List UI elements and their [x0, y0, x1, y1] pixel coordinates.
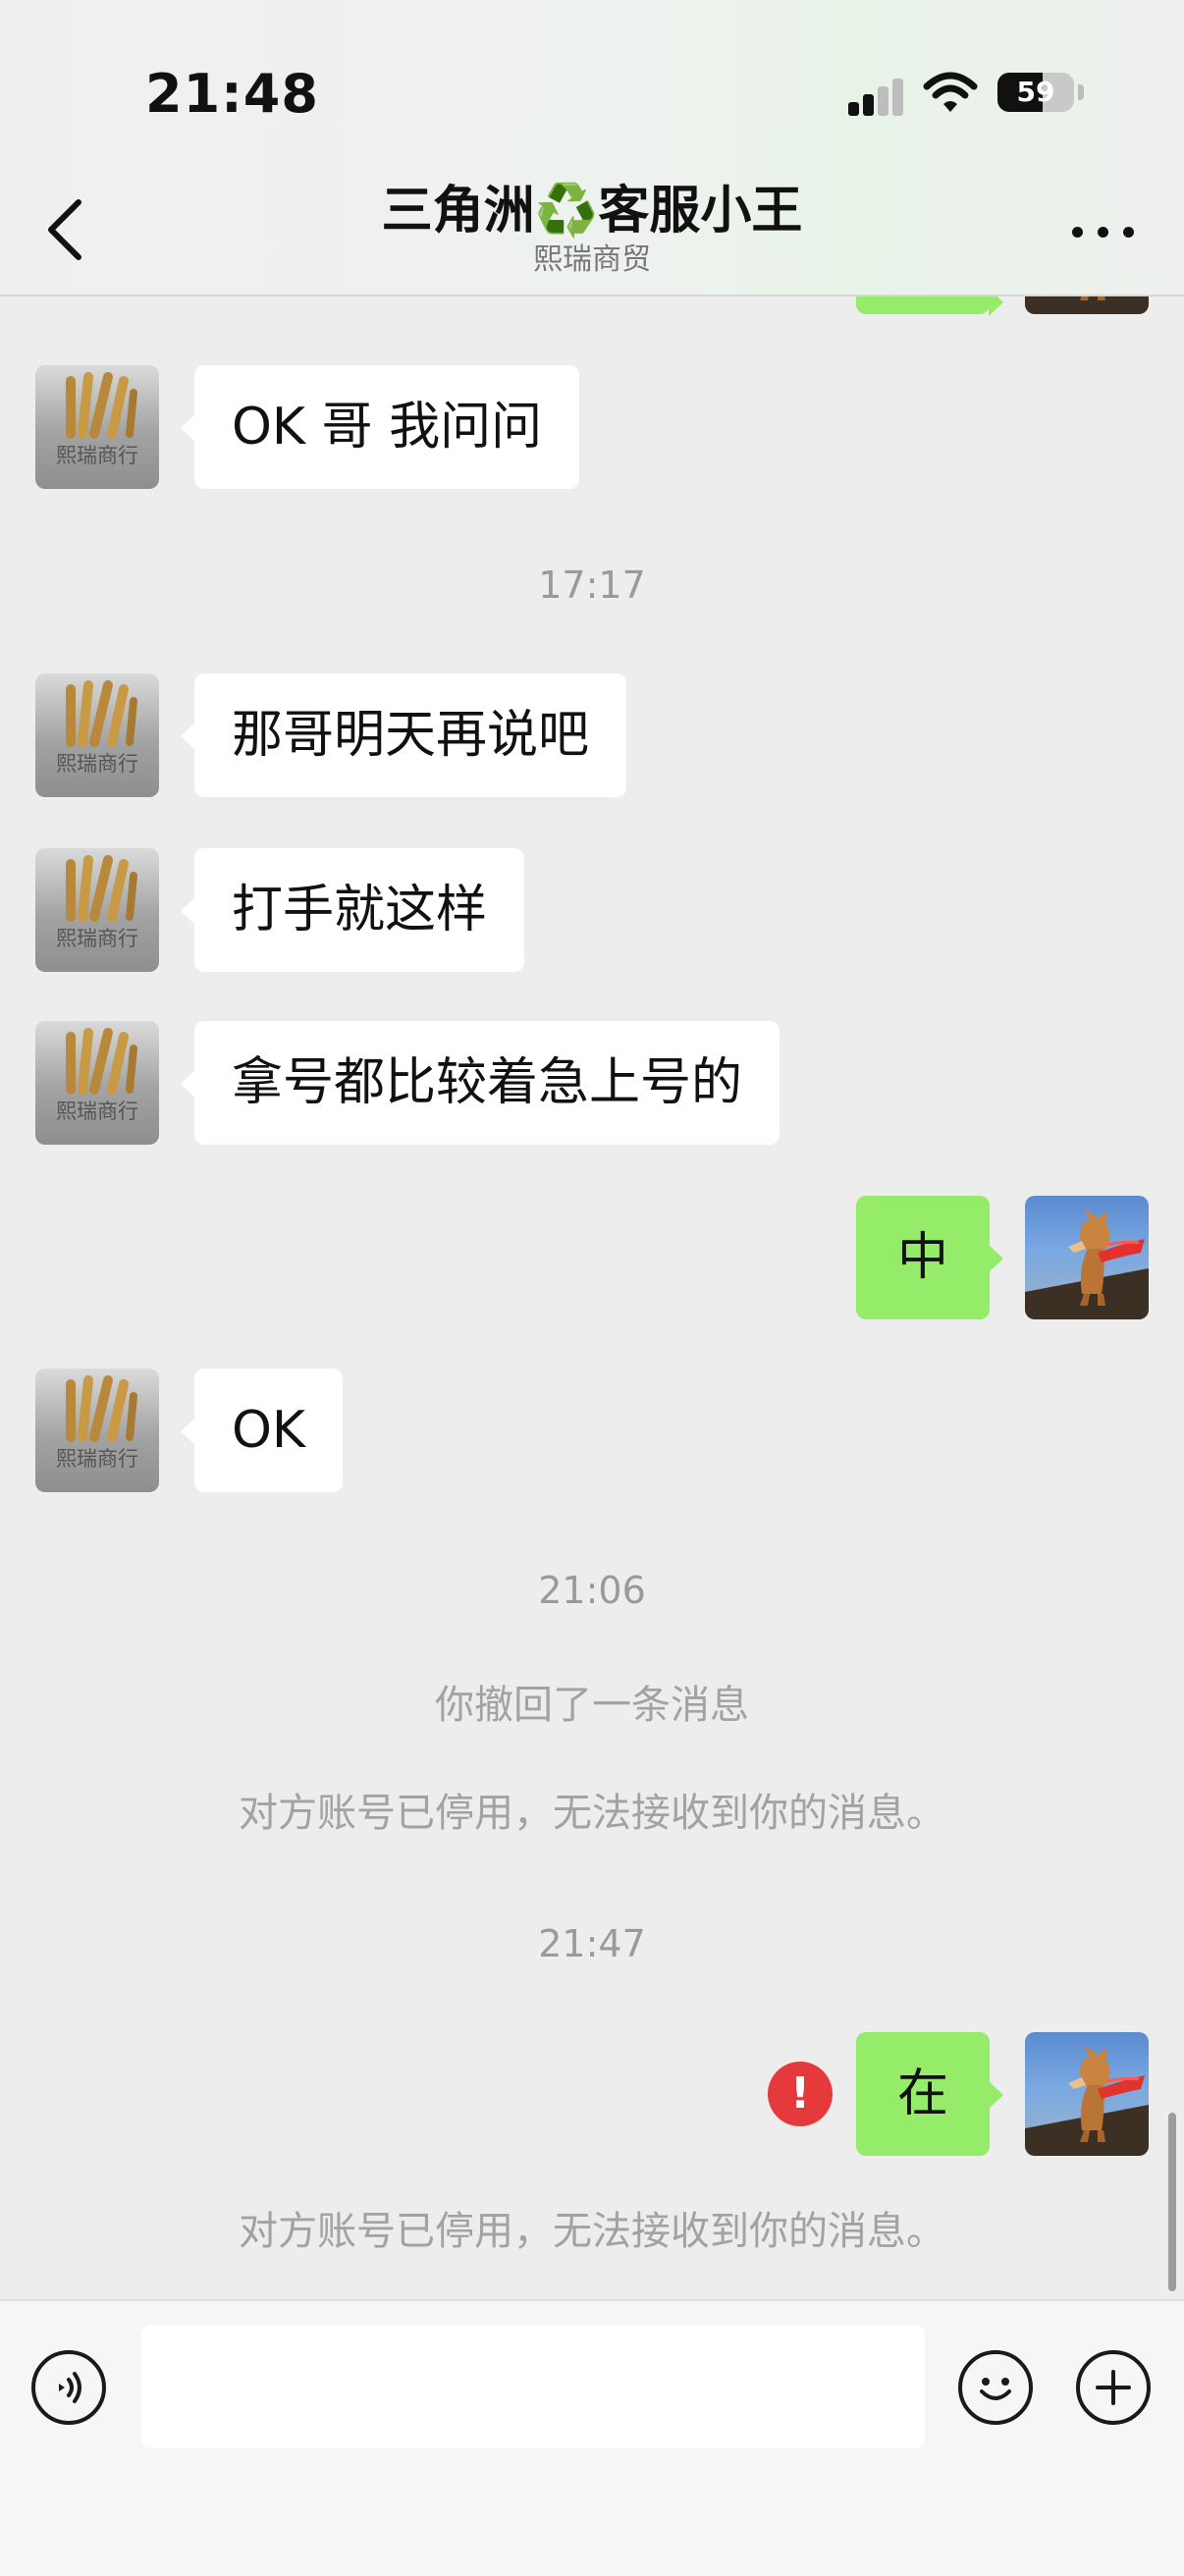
timestamp: 21:06 [538, 1569, 646, 1612]
system-message-recalled: 你撤回了一条消息 [435, 1683, 749, 1728]
company-logo-text: 熙瑞商行 [56, 752, 138, 776]
message-list[interactable]: 熙瑞商行 OK 哥 我问问 17:17 熙瑞商行 那哥明天再说吧 熙瑞商行 打手… [0, 295, 1184, 2299]
company-logo-icon [35, 673, 159, 797]
company-logo-icon [35, 1368, 159, 1492]
company-logo-text: 熙瑞商行 [56, 444, 138, 467]
chat-subtitle: 熙瑞商贸 [533, 242, 651, 277]
battery-tip [1078, 84, 1084, 100]
company-logo-text: 熙瑞商行 [56, 1447, 138, 1471]
my-avatar[interactable] [1025, 1196, 1149, 1319]
emoji-icon [980, 2378, 1011, 2400]
battery-percentage: 59 [1016, 76, 1055, 108]
my-avatar[interactable] [1025, 295, 1149, 314]
back-button[interactable] [29, 185, 98, 273]
cellular-signal-icon [848, 77, 905, 116]
my-avatar[interactable] [1025, 2032, 1149, 2156]
chat-title[interactable]: 三角洲♻️客服小王 [245, 175, 939, 247]
add-button[interactable] [1076, 2350, 1151, 2425]
contact-avatar[interactable]: 熙瑞商行 [35, 365, 159, 489]
contact-avatar[interactable]: 熙瑞商行 [35, 848, 159, 972]
voice-button[interactable] [31, 2350, 106, 2425]
more-options-button[interactable] [1060, 201, 1149, 260]
incoming-message[interactable]: OK 哥 我问问 [180, 365, 580, 489]
outgoing-message-partial[interactable] [856, 295, 1003, 316]
company-logo-text: 熙瑞商行 [56, 927, 138, 950]
timestamp: 17:17 [538, 564, 646, 607]
chat-scrollbar[interactable] [1168, 2113, 1176, 2291]
status-time: 21:48 [145, 63, 319, 125]
plus-icon [1096, 2370, 1131, 2405]
battery-indicator: 59 [997, 73, 1074, 112]
dog-avatar-icon [1025, 295, 1149, 314]
contact-avatar[interactable]: 熙瑞商行 [35, 673, 159, 797]
more-dot [1123, 227, 1134, 238]
navigation-header: 21:48 59 三角洲♻️客服小王 熙瑞商贸 [0, 0, 1184, 296]
incoming-message[interactable]: 那哥明天再说吧 [180, 673, 627, 797]
message-input[interactable] [141, 2325, 925, 2448]
outgoing-message[interactable]: 在 [856, 2032, 1003, 2156]
more-dots-icon [1072, 227, 1083, 238]
voice-icon [59, 2372, 81, 2403]
contact-avatar[interactable]: 熙瑞商行 [35, 1368, 159, 1492]
dog-avatar-icon [1025, 2032, 1149, 2156]
timestamp: 21:47 [538, 1922, 646, 1965]
company-logo-text: 熙瑞商行 [56, 1100, 138, 1123]
chevron-left-icon [48, 199, 81, 260]
company-logo-icon [35, 365, 159, 489]
incoming-message[interactable]: OK [180, 1368, 344, 1492]
incoming-message[interactable]: 拿号都比较着急上号的 [180, 1021, 780, 1145]
wifi-icon [923, 72, 978, 112]
company-logo-icon [35, 848, 159, 972]
incoming-message[interactable]: 打手就这样 [180, 848, 525, 972]
system-message-account-disabled: 对方账号已停用，无法接收到你的消息。 [239, 1791, 945, 1836]
more-dot [1098, 227, 1108, 238]
company-logo-icon [35, 1021, 159, 1145]
emoji-button[interactable] [958, 2350, 1033, 2425]
contact-avatar[interactable]: 熙瑞商行 [35, 1021, 159, 1145]
send-failed-icon[interactable]: ! [768, 2062, 833, 2126]
system-message-account-disabled: 对方账号已停用，无法接收到你的消息。 [239, 2209, 945, 2254]
input-toolbar [0, 2299, 1184, 2576]
dog-avatar-icon [1025, 1196, 1149, 1319]
outgoing-message[interactable]: 中 [856, 1196, 1003, 1319]
